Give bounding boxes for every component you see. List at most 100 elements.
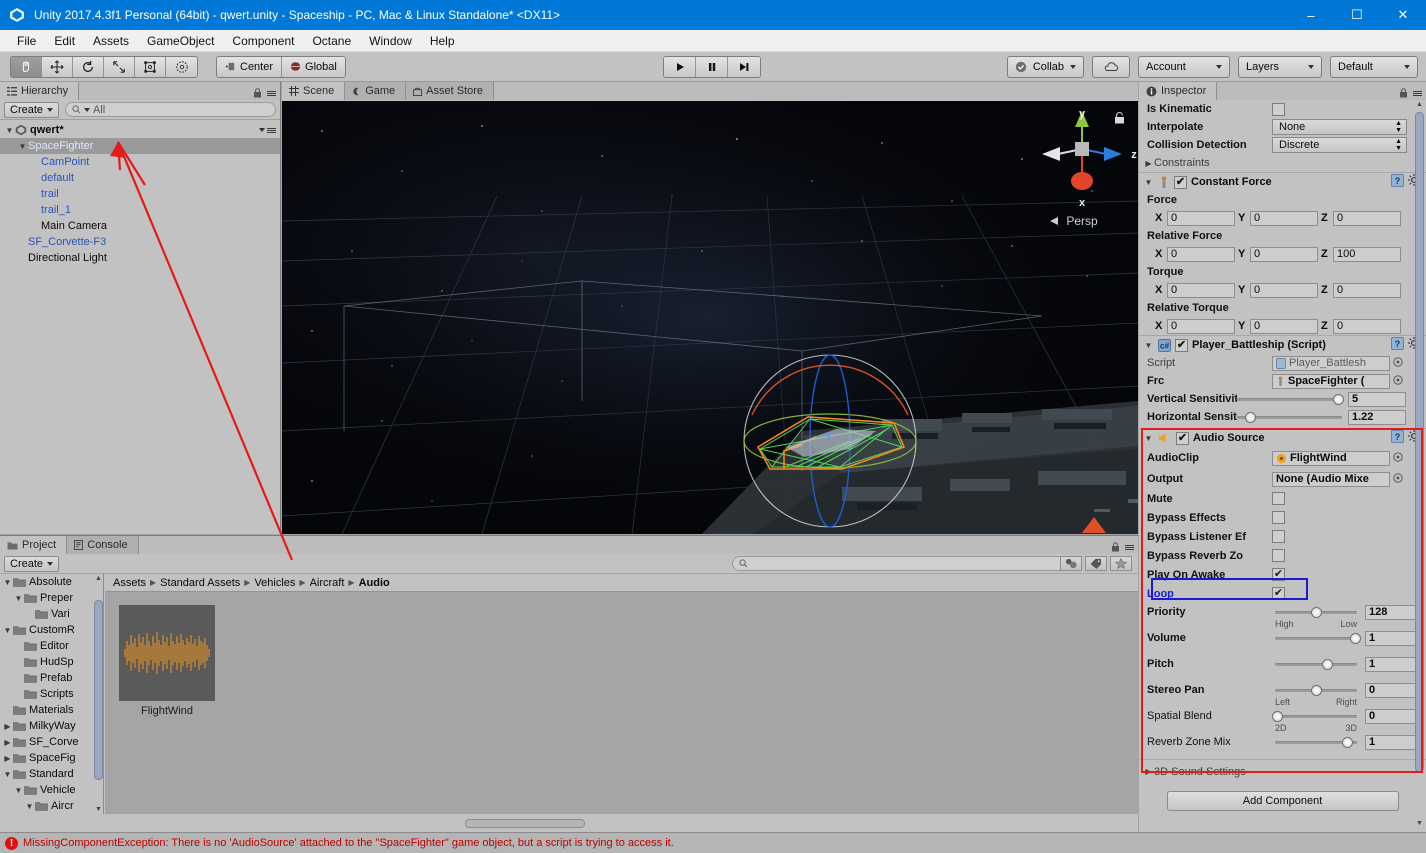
rect-tool-button[interactable]	[135, 56, 166, 77]
constant-force-y-field[interactable]: 0	[1250, 318, 1318, 334]
panel-menu-icon[interactable]	[267, 90, 276, 96]
project-create-button[interactable]: Create	[4, 555, 60, 572]
scale-tool-button[interactable]	[104, 56, 135, 77]
chevron-down-icon[interactable]: ▼	[2, 770, 13, 779]
project-folder-materials[interactable]: Materials	[0, 702, 103, 718]
chevron-right-icon[interactable]: ▶	[2, 722, 13, 731]
constant-force-x-field[interactable]: 0	[1167, 246, 1235, 262]
menu-edit[interactable]: Edit	[45, 32, 84, 50]
project-horizontal-scrollbar[interactable]	[465, 819, 585, 828]
constant-force-z-field[interactable]: 100	[1333, 246, 1401, 262]
layout-button[interactable]: Default	[1330, 55, 1418, 78]
lock-icon[interactable]	[1111, 542, 1120, 552]
chevron-down-icon[interactable]: ▼	[13, 594, 24, 603]
transform-tool-button[interactable]	[166, 56, 197, 77]
menu-gameobject[interactable]: GameObject	[138, 32, 223, 50]
scroll-down-icon[interactable]: ▼	[1415, 819, 1424, 828]
chevron-down-icon[interactable]: ▼	[1143, 178, 1154, 187]
vertical-sensitivity-slider[interactable]	[1237, 392, 1344, 406]
lock-icon[interactable]	[253, 88, 262, 98]
scroll-down-icon[interactable]: ▼	[94, 805, 103, 814]
project-folder-absolute[interactable]: ▼ Absolute	[0, 574, 103, 590]
menu-window[interactable]: Window	[360, 32, 421, 50]
audio-slider-pitch[interactable]	[1275, 657, 1357, 671]
tab-asset-store[interactable]: Asset Store	[406, 82, 495, 100]
constant-force-enabled-checkbox[interactable]	[1174, 175, 1187, 189]
audio-toggle-loop[interactable]: Loop	[1139, 584, 1426, 603]
favorites-icon[interactable]	[1110, 556, 1132, 571]
horizontal-sensitivity-slider[interactable]	[1237, 410, 1342, 424]
rotate-tool-button[interactable]	[73, 56, 104, 77]
3d-sound-settings-row[interactable]: ▶ 3D Sound Settings	[1139, 759, 1426, 783]
collab-button[interactable]: Collab	[1006, 55, 1084, 78]
layers-button[interactable]: Layers	[1238, 55, 1322, 78]
breadcrumb-vehicles[interactable]: Vehicles	[254, 577, 295, 589]
menu-help[interactable]: Help	[421, 32, 464, 50]
project-folder-hudsp[interactable]: HudSp	[0, 654, 103, 670]
filter-by-type-icon[interactable]	[1060, 556, 1082, 571]
audio-toggle-checkbox[interactable]	[1272, 549, 1285, 562]
tab-game[interactable]: Game	[345, 82, 407, 100]
tab-inspector[interactable]: Inspector	[1139, 82, 1218, 100]
menu-component[interactable]: Component	[223, 32, 303, 50]
hierarchy-item-campoint[interactable]: CamPoint	[0, 154, 280, 170]
audio-source-enabled-checkbox[interactable]	[1176, 431, 1189, 445]
chevron-right-icon[interactable]: ▶	[2, 754, 13, 763]
scroll-up-icon[interactable]: ▲	[1415, 100, 1424, 109]
project-tree-scrollbar[interactable]: ▲ ▼	[93, 574, 103, 814]
hierarchy-item-spacefighter[interactable]: ▼ SpaceFighter	[0, 138, 280, 154]
constant-force-x-field[interactable]: 0	[1167, 282, 1235, 298]
project-folder-preper[interactable]: ▼ Preper	[0, 590, 103, 606]
constraints-row[interactable]: ▶ Constraints	[1139, 154, 1426, 172]
account-button[interactable]: Account	[1138, 55, 1230, 78]
pause-button[interactable]	[696, 57, 728, 77]
chevron-down-icon[interactable]	[259, 128, 265, 132]
chevron-right-icon[interactable]: ▶	[1143, 767, 1154, 776]
audio-slider-stereo-pan[interactable]	[1275, 683, 1357, 697]
chevron-down-icon[interactable]: ▼	[1143, 434, 1154, 443]
play-button[interactable]	[664, 57, 696, 77]
project-folder-prefab[interactable]: Prefab	[0, 670, 103, 686]
constant-force-z-field[interactable]: 0	[1333, 210, 1401, 226]
hierarchy-item-trail[interactable]: trail	[0, 186, 280, 202]
audio-slider-spatial-blend[interactable]	[1271, 709, 1357, 723]
audioclip-object-field[interactable]: FlightWind	[1272, 450, 1390, 466]
object-picker-icon[interactable]	[1393, 472, 1403, 486]
tab-hierarchy[interactable]: Hierarchy	[0, 82, 80, 100]
vertical-sensitivity-value[interactable]: 5	[1348, 391, 1406, 407]
hierarchy-item-default[interactable]: default	[0, 170, 280, 186]
audio-toggle-bypass-listener-ef[interactable]: Bypass Listener Ef	[1139, 527, 1426, 546]
constant-force-x-field[interactable]: 0	[1167, 318, 1235, 334]
hierarchy-create-button[interactable]: Create	[4, 101, 60, 118]
chevron-down-icon[interactable]: ▼	[13, 786, 24, 795]
project-folder-vehicle[interactable]: ▼ Vehicle	[0, 782, 103, 798]
cloud-button[interactable]	[1092, 55, 1130, 78]
project-folder-editor[interactable]: Editor	[0, 638, 103, 654]
minimize-button[interactable]: –	[1288, 0, 1334, 30]
tab-console[interactable]: Console	[67, 536, 139, 554]
player-battleship-enabled-checkbox[interactable]	[1175, 338, 1188, 352]
project-folder-milkyway[interactable]: ▶ MilkyWay	[0, 718, 103, 734]
audio-slider-value-stereo-pan[interactable]: 0	[1365, 682, 1417, 698]
constant-force-x-field[interactable]: 0	[1167, 210, 1235, 226]
audio-toggle-mute[interactable]: Mute	[1139, 489, 1426, 508]
project-folder-customr[interactable]: ▼ CustomR	[0, 622, 103, 638]
project-folder-sf-corve[interactable]: ▶ SF_Corve	[0, 734, 103, 750]
constant-force-z-field[interactable]: 0	[1333, 318, 1401, 334]
hierarchy-item-main-camera[interactable]: Main Camera	[0, 218, 280, 234]
constant-force-y-field[interactable]: 0	[1250, 282, 1318, 298]
chevron-down-icon[interactable]: ▼	[17, 142, 28, 151]
constant-force-z-field[interactable]: 0	[1333, 282, 1401, 298]
menu-file[interactable]: File	[8, 32, 45, 50]
constant-force-header[interactable]: ▼ Constant Force ?	[1139, 172, 1426, 191]
chevron-down-icon[interactable]: ▼	[2, 578, 13, 587]
project-folder-spacefig[interactable]: ▶ SpaceFig	[0, 750, 103, 766]
is-kinematic-checkbox[interactable]	[1272, 102, 1285, 116]
menu-octane[interactable]: Octane	[303, 32, 360, 50]
chevron-down-icon[interactable]: ▼	[1143, 341, 1154, 350]
scene-menu-icon[interactable]	[267, 127, 276, 133]
project-folder-standard[interactable]: ▼ Standard	[0, 766, 103, 782]
constant-force-y-field[interactable]: 0	[1250, 246, 1318, 262]
audio-slider-volume[interactable]	[1275, 631, 1362, 645]
hierarchy-search-input[interactable]: All	[65, 102, 276, 117]
